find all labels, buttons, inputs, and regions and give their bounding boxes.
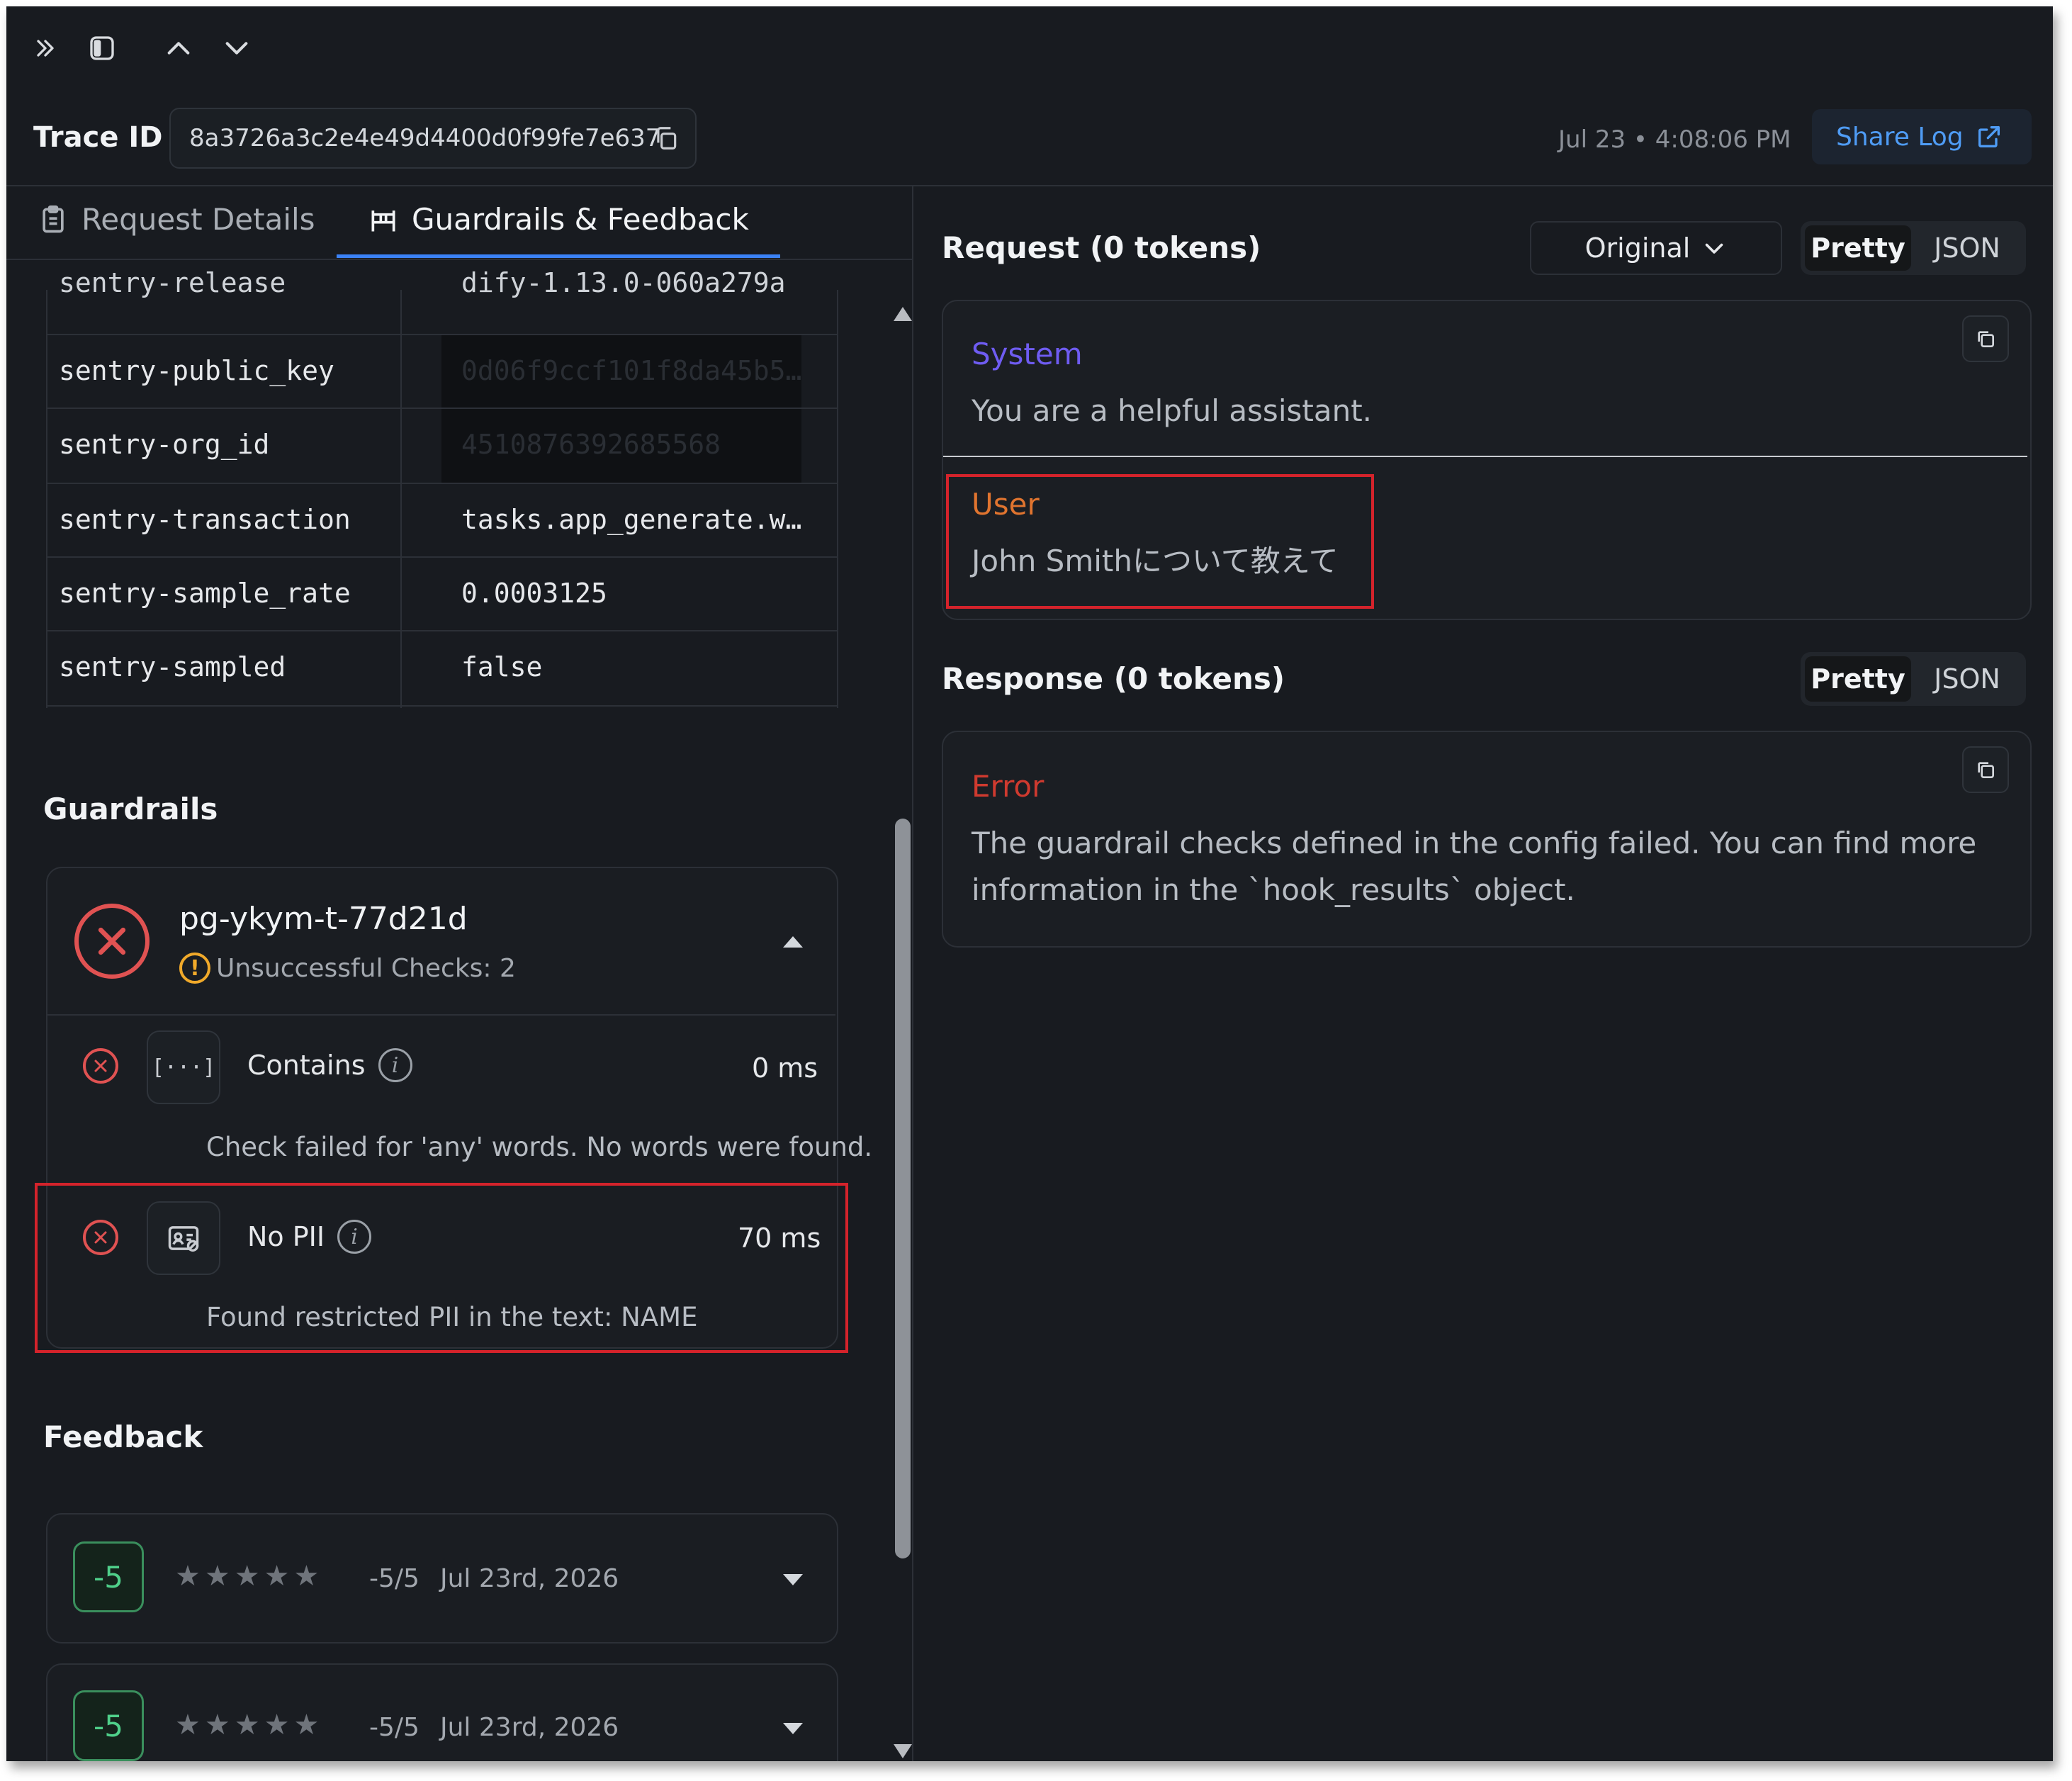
star-rating-icon: ★★★★★ [175,1560,324,1592]
check-name: Contains [247,1050,366,1081]
copy-icon[interactable] [1962,746,2009,793]
message-divider [943,456,2027,457]
table-row: sentry-public_key 0d06f9ccf101f8da45b5… [46,334,838,409]
trace-id-label: Trace ID [33,121,163,154]
copy-icon[interactable] [653,125,680,152]
feedback-score: -5 [73,1690,144,1761]
request-title: Request (0 tokens) [942,230,1261,265]
row-value: false [461,651,543,682]
row-value: 0d06f9ccf101f8da45b5… [461,355,802,386]
scrollbar-thumb[interactable] [895,819,911,1558]
row-value: 4510876392685568 [461,429,721,460]
guardrail-card-divider [47,1014,835,1016]
pane-divider [912,185,913,1761]
scroll-down-arrow[interactable] [894,1744,912,1758]
check-message: Check failed for 'any' words. No words w… [206,1132,873,1162]
response-view-toggle: Pretty JSON [1801,652,2026,706]
json-toggle[interactable]: JSON [1914,225,2020,271]
header-divider [6,185,2053,186]
chevron-down-icon [1706,243,1723,254]
row-value: 0.0003125 [461,578,607,609]
unsuccessful-checks-text: Unsuccessful Checks: 2 [216,953,516,983]
feedback-date: Jul 23rd, 2026 [440,1713,619,1742]
trace-id-value: 8a3726a3c2e4e49d4400d0f99fe7e637 [189,124,661,152]
response-title: Response (0 tokens) [942,661,1285,696]
star-rating-icon: ★★★★★ [175,1709,324,1741]
row-key: sentry-org_id [59,429,270,460]
pii-highlight-box [35,1183,848,1353]
pretty-toggle[interactable]: Pretty [1805,656,1911,702]
check-failed-icon [83,1048,118,1084]
sidebar-panel-icon[interactable] [84,30,120,66]
guardrails-title: Guardrails [43,792,218,826]
share-log-label: Share Log [1836,122,1964,152]
chevron-up-icon[interactable] [161,30,196,66]
user-message-highlight-box [946,474,1374,609]
message-role-system: System [972,337,1083,371]
contains-brackets-icon: [···] [147,1030,220,1104]
request-view-toggle: Pretty JSON [1801,221,2026,275]
copy-icon[interactable] [1962,315,2009,362]
table-row: sentry-transaction tasks.app_generate.w… [46,483,838,558]
feedback-item[interactable] [46,1663,838,1761]
feedback-title: Feedback [43,1420,203,1454]
info-icon[interactable]: i [378,1048,412,1082]
failed-circle-icon [74,904,150,979]
row-value: tasks.app_generate.w… [461,504,802,535]
scroll-up-arrow[interactable] [894,307,912,321]
check-duration: 0 ms [752,1052,818,1084]
warning-icon: ! [179,953,210,984]
table-row: sentry-org_id 4510876392685568 [46,408,838,483]
response-content-line-2: information in the `hook_results` object… [972,872,1575,907]
request-format-dropdown[interactable]: Original [1530,221,1782,275]
feedback-rating: -5/5 [369,1564,420,1593]
guardrail-name: pg-ykym-t-77d21d [179,901,468,937]
row-key: sentry-transaction [59,504,351,535]
feedback-score: -5 [73,1541,144,1612]
table-row: sentry-sampled false [46,630,838,707]
table-clip [6,260,892,293]
unsuccessful-checks: ! Unsuccessful Checks: 2 [179,953,516,984]
expand-caret-icon[interactable] [783,1574,803,1585]
share-log-button[interactable]: Share Log [1812,109,2032,164]
table-row: sentry-sample_rate 0.0003125 [46,556,838,631]
chevron-down-icon[interactable] [219,30,254,66]
double-chevron-right-icon[interactable] [28,30,63,66]
feedback-date: Jul 23rd, 2026 [440,1564,619,1593]
expand-caret-icon[interactable] [783,1723,803,1734]
response-content-line-1: The guardrail checks defined in the conf… [972,826,1977,860]
row-key: sentry-sampled [59,651,286,682]
trace-id-field[interactable]: 8a3726a3c2e4e49d4400d0f99fe7e637 [169,108,697,169]
feedback-rating: -5/5 [369,1713,420,1742]
message-content: You are a helpful assistant. [972,393,1373,428]
trace-log-panel: Trace ID 8a3726a3c2e4e49d4400d0f99fe7e63… [6,6,2053,1761]
collapse-caret-icon[interactable] [783,936,803,948]
row-key: sentry-sample_rate [59,578,351,609]
row-key: sentry-public_key [59,355,334,386]
check-contains: Contains i [247,1048,412,1082]
dropdown-value: Original [1584,232,1691,264]
pretty-toggle[interactable]: Pretty [1805,225,1911,271]
json-toggle[interactable]: JSON [1914,656,2020,702]
log-timestamp: Jul 23 • 4:08:06 PM [1558,125,1791,154]
response-role-error: Error [972,769,1045,804]
share-icon [1978,126,2000,147]
